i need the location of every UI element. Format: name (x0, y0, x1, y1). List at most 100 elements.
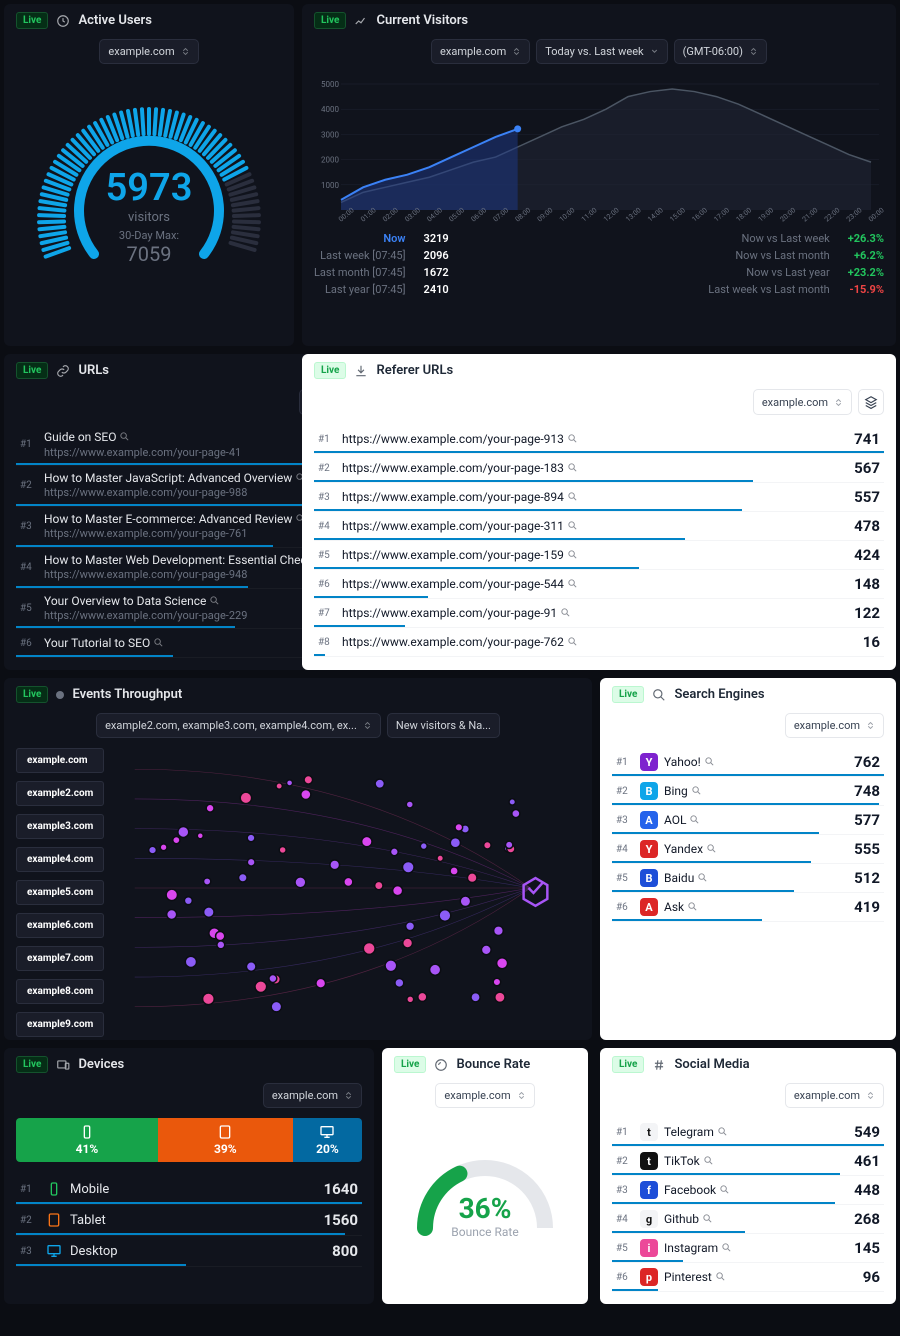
stat-label: Now (314, 232, 406, 245)
search-icon (652, 688, 666, 702)
referer-list: #1https://www.example.com/your-page-913 … (314, 425, 884, 657)
rank: #2 (318, 463, 336, 474)
devices-title: Devices (78, 1057, 124, 1072)
referer-value: 16 (840, 633, 880, 651)
svg-text:3000: 3000 (321, 130, 339, 139)
rank: #1 (616, 757, 634, 768)
rank: #5 (318, 550, 336, 561)
engine-name: Bing (664, 784, 702, 798)
rank: #5 (616, 1243, 634, 1254)
search-engine-row[interactable]: #5BBaidu 512 (612, 864, 884, 893)
social-name: TikTok (664, 1154, 714, 1168)
chevron-updown-icon (181, 47, 190, 56)
rank: #8 (318, 637, 336, 648)
social-row[interactable]: #2tTikTok 461 (612, 1147, 884, 1176)
device-value: 800 (318, 1242, 358, 1260)
rank: #6 (318, 579, 336, 590)
device-pct: 39% (214, 1142, 237, 1156)
referer-value: 148 (840, 575, 880, 593)
mobile-icon (79, 1124, 95, 1140)
active-users-title: Active Users (78, 13, 151, 28)
events-filter-dropdown[interactable]: New visitors & Na... (387, 713, 500, 738)
social-value: 549 (840, 1123, 880, 1141)
referer-url: https://www.example.com/your-page-544 (342, 577, 834, 591)
desktop-icon (319, 1124, 335, 1140)
events-canvas (16, 748, 580, 1028)
search-engine-row[interactable]: #3AAOL 577 (612, 806, 884, 835)
chevron-updown-icon (834, 398, 843, 407)
stat-label: Last month [07:45] (314, 266, 406, 279)
site-dropdown[interactable]: example.com (435, 1083, 534, 1108)
engine-icon: Y (640, 840, 658, 858)
referer-row[interactable]: #2https://www.example.com/your-page-183 … (314, 454, 884, 483)
site-dropdown[interactable]: example.com (753, 389, 852, 415)
chevron-updown-icon (363, 721, 372, 730)
search-engine-row[interactable]: #6AAsk 419 (612, 893, 884, 922)
layers-button[interactable] (858, 389, 884, 415)
urls-title: URLs (78, 363, 109, 378)
stat-value: 3219 (424, 232, 449, 245)
social-row[interactable]: #3fFacebook 448 (612, 1176, 884, 1205)
stat-pct: +6.2% (848, 249, 884, 262)
site-dropdown[interactable]: example.com (263, 1083, 362, 1108)
engine-value: 762 (840, 753, 880, 771)
active-users-value: 5973 (106, 166, 193, 210)
live-badge: Live (16, 1056, 48, 1073)
search-engines-card: Live Search Engines example.com #1YYahoo… (600, 678, 896, 1040)
search-engine-row[interactable]: #1YYahoo! 762 (612, 748, 884, 777)
social-row[interactable]: #4gGithub 268 (612, 1205, 884, 1234)
active-users-card: Live Active Users example.com 5973 visit… (4, 4, 294, 346)
social-row[interactable]: #5iInstagram 145 (612, 1234, 884, 1263)
social-row[interactable]: #1tTelegram 549 (612, 1118, 884, 1147)
device-row[interactable]: #3Desktop800 (16, 1236, 362, 1267)
active-users-max-label: 30-Day Max: (106, 229, 193, 242)
referer-row[interactable]: #5https://www.example.com/your-page-159 … (314, 541, 884, 570)
referer-row[interactable]: #8https://www.example.com/your-page-762 … (314, 628, 884, 657)
device-row[interactable]: #1Mobile1640 (16, 1174, 362, 1205)
rank: #7 (318, 608, 336, 619)
devices-list: #1Mobile1640#2Tablet1560#3Desktop800 (16, 1174, 362, 1267)
chevron-updown-icon (866, 721, 875, 730)
social-value: 461 (840, 1152, 880, 1170)
social-name: Pinterest (664, 1270, 726, 1284)
rank: #4 (20, 562, 38, 573)
engine-name: Baidu (664, 871, 708, 885)
device-name: Desktop (70, 1244, 310, 1259)
social-value: 96 (840, 1268, 880, 1286)
rank: #3 (616, 1185, 634, 1196)
chevron-down-icon (650, 47, 659, 56)
referer-row[interactable]: #3https://www.example.com/your-page-894 … (314, 483, 884, 512)
search-engine-row[interactable]: #4YYandex 555 (612, 835, 884, 864)
referer-row[interactable]: #6https://www.example.com/your-page-544 … (314, 570, 884, 599)
referer-row[interactable]: #1https://www.example.com/your-page-913 … (314, 425, 884, 454)
referer-row[interactable]: #7https://www.example.com/your-page-91 1… (314, 599, 884, 628)
stat-value: 1672 (424, 266, 449, 279)
search-engines-title: Search Engines (674, 687, 764, 702)
engine-icon: Y (640, 753, 658, 771)
compare-dropdown[interactable]: Today vs. Last week (536, 39, 667, 64)
social-row[interactable]: #6pPinterest 96 (612, 1263, 884, 1292)
chevron-updown-icon (517, 1091, 526, 1100)
engine-value: 512 (840, 869, 880, 887)
search-engine-row[interactable]: #2BBing 748 (612, 777, 884, 806)
site-dropdown[interactable]: example.com (99, 39, 198, 64)
stat-pct: +26.3% (848, 232, 884, 245)
referer-card: Live Referer URLs example.com #1https://… (302, 354, 896, 670)
rank: #1 (20, 1184, 38, 1195)
referer-row[interactable]: #4https://www.example.com/your-page-311 … (314, 512, 884, 541)
site-dropdown[interactable]: example.com (785, 713, 884, 738)
site-dropdown[interactable]: example.com (785, 1083, 884, 1108)
device-row[interactable]: #2Tablet1560 (16, 1205, 362, 1236)
stat-pct: +23.2% (848, 266, 884, 279)
timezone-dropdown[interactable]: (GMT-06:00) (674, 39, 767, 64)
chevron-updown-icon (344, 1091, 353, 1100)
layers-icon (864, 395, 878, 409)
device-segment: 20% (293, 1118, 362, 1162)
site-dropdown[interactable]: example.com (431, 39, 530, 64)
social-icon: t (640, 1152, 658, 1170)
events-sites-dropdown[interactable]: example2.com, example3.com, example4.com… (96, 713, 381, 738)
rank: #3 (20, 521, 38, 532)
live-badge: Live (16, 362, 48, 379)
search-engines-list: #1YYahoo! 762#2BBing 748#3AAOL 577#4YYan… (612, 748, 884, 922)
rank: #4 (318, 521, 336, 532)
